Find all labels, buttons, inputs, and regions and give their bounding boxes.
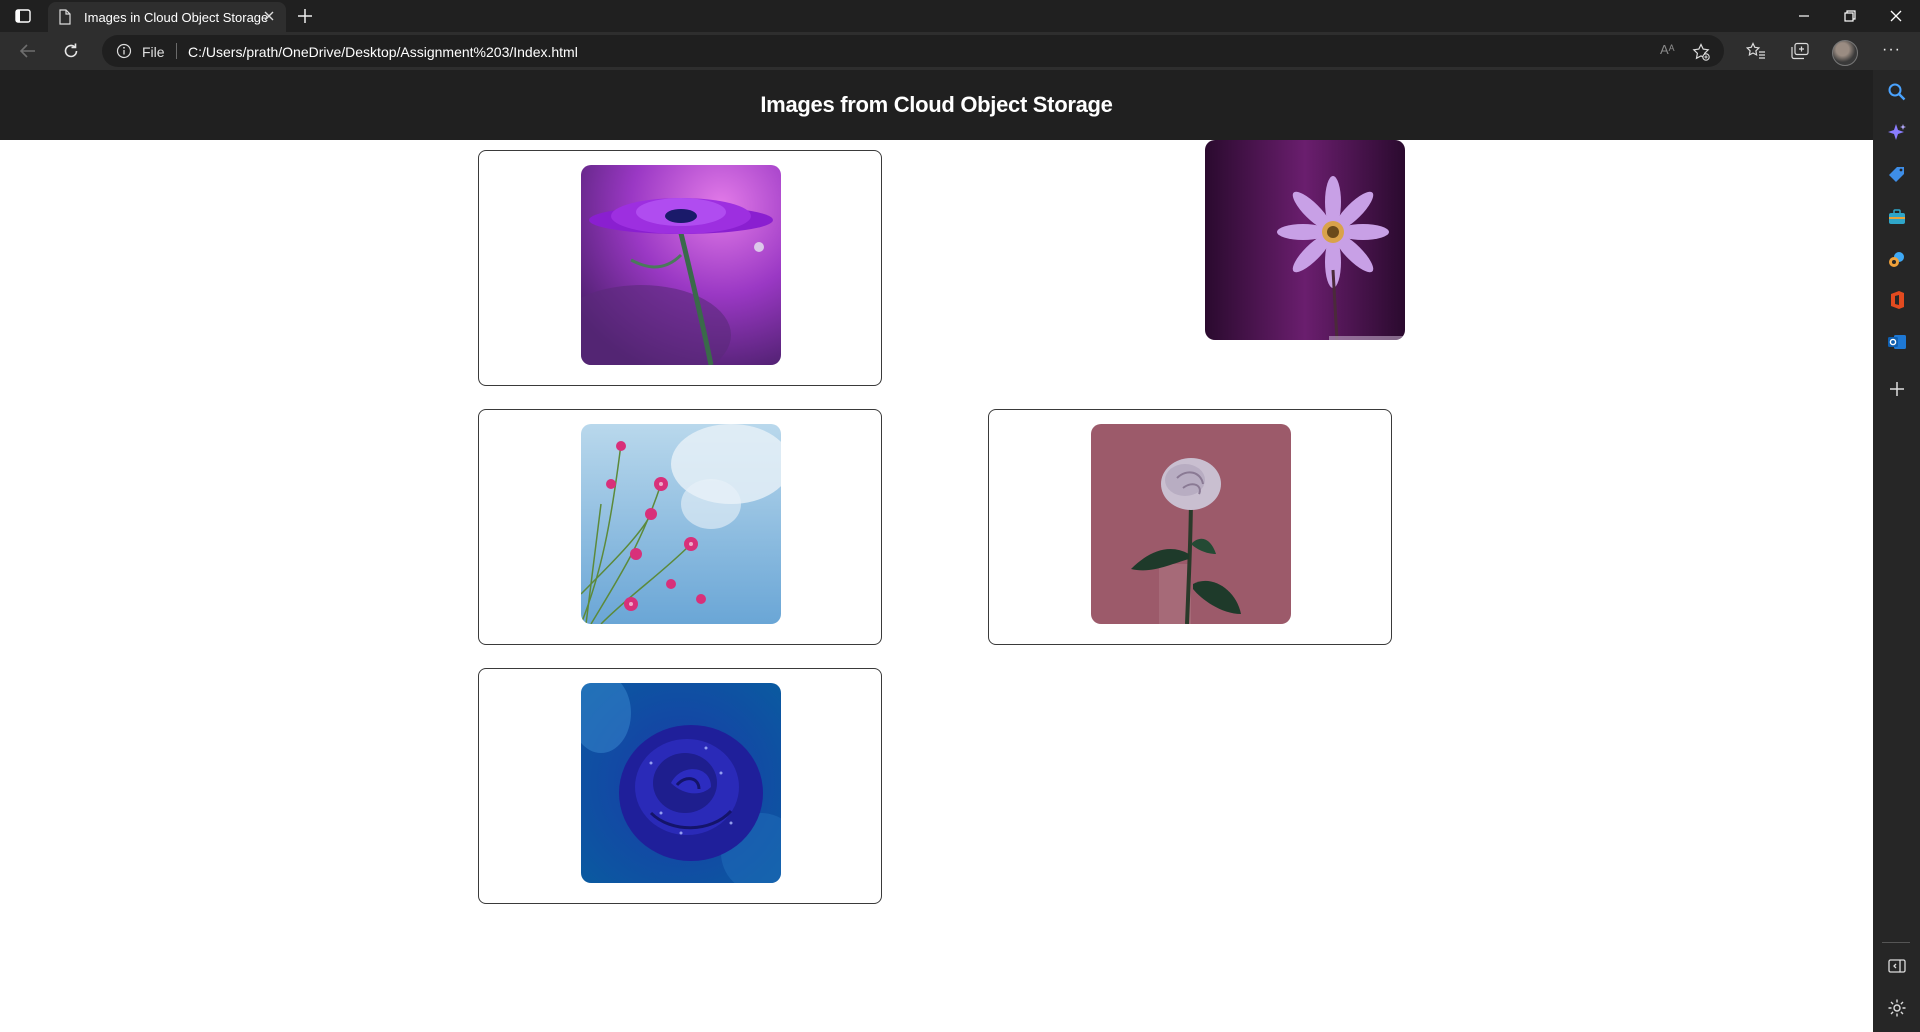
address-separator [176,43,177,59]
collections-icon[interactable] [1790,42,1810,65]
image-card [478,150,882,386]
browser-tab[interactable]: Images in Cloud Object Storage [48,2,286,32]
page-icon [58,9,72,30]
restore-icon[interactable] [1842,8,1858,29]
back-arrow-icon[interactable] [18,42,38,65]
new-tab-icon[interactable] [296,7,314,30]
image-card [988,409,1392,645]
office-icon[interactable] [1887,290,1907,310]
sidebar-divider [1882,942,1910,943]
address-bar[interactable]: File C:/Users/prath/OneDrive/Desktop/Ass… [102,35,1724,67]
hide-sidebar-icon[interactable] [1887,956,1907,976]
address-scheme: File [142,44,165,60]
more-options-icon[interactable]: ··· [1882,41,1901,59]
refresh-icon[interactable] [62,42,80,65]
flower-image-pink-cosmos [581,424,781,624]
page-header: Images from Cloud Object Storage [0,70,1873,140]
tab-title: Images in Cloud Object Storage [84,10,269,25]
add-sidebar-app-icon[interactable] [1887,379,1907,399]
tab-actions-icon[interactable] [12,6,34,26]
page-title: Images from Cloud Object Storage [760,92,1113,117]
add-favorite-icon[interactable] [1692,43,1710,66]
search-icon[interactable] [1887,82,1907,102]
copilot-sparkle-icon[interactable] [1887,123,1907,143]
read-aloud-icon[interactable]: Aᴬ [1660,42,1675,57]
close-window-icon[interactable] [1888,8,1904,29]
flower-image-lavender-rose [1091,424,1291,624]
image-card [478,668,882,904]
favorites-icon[interactable] [1745,42,1766,65]
info-icon[interactable] [116,43,132,64]
flower-image-violet-daisy [1205,140,1405,340]
image-card [478,409,882,645]
outlook-icon[interactable] [1887,332,1907,352]
browser-toolbar: File C:/Users/prath/OneDrive/Desktop/Ass… [0,32,1920,70]
flower-image-purple-daisy [581,165,781,365]
minimize-icon[interactable] [1796,8,1812,29]
tab-bar: Images in Cloud Object Storage [0,0,1920,32]
close-tab-icon[interactable] [262,9,276,28]
flower-image-blue-rose [581,683,781,883]
url-text[interactable]: C:/Users/prath/OneDrive/Desktop/Assignme… [188,44,578,60]
edge-sidebar [1873,70,1920,1032]
profile-avatar[interactable] [1832,40,1858,66]
sidebar-settings-gear-icon[interactable] [1887,998,1907,1018]
shopping-tag-icon[interactable] [1887,165,1907,185]
games-icon[interactable] [1887,249,1907,269]
web-page: Images from Cloud Object Storage [0,70,1873,1032]
tools-briefcase-icon[interactable] [1887,207,1907,227]
